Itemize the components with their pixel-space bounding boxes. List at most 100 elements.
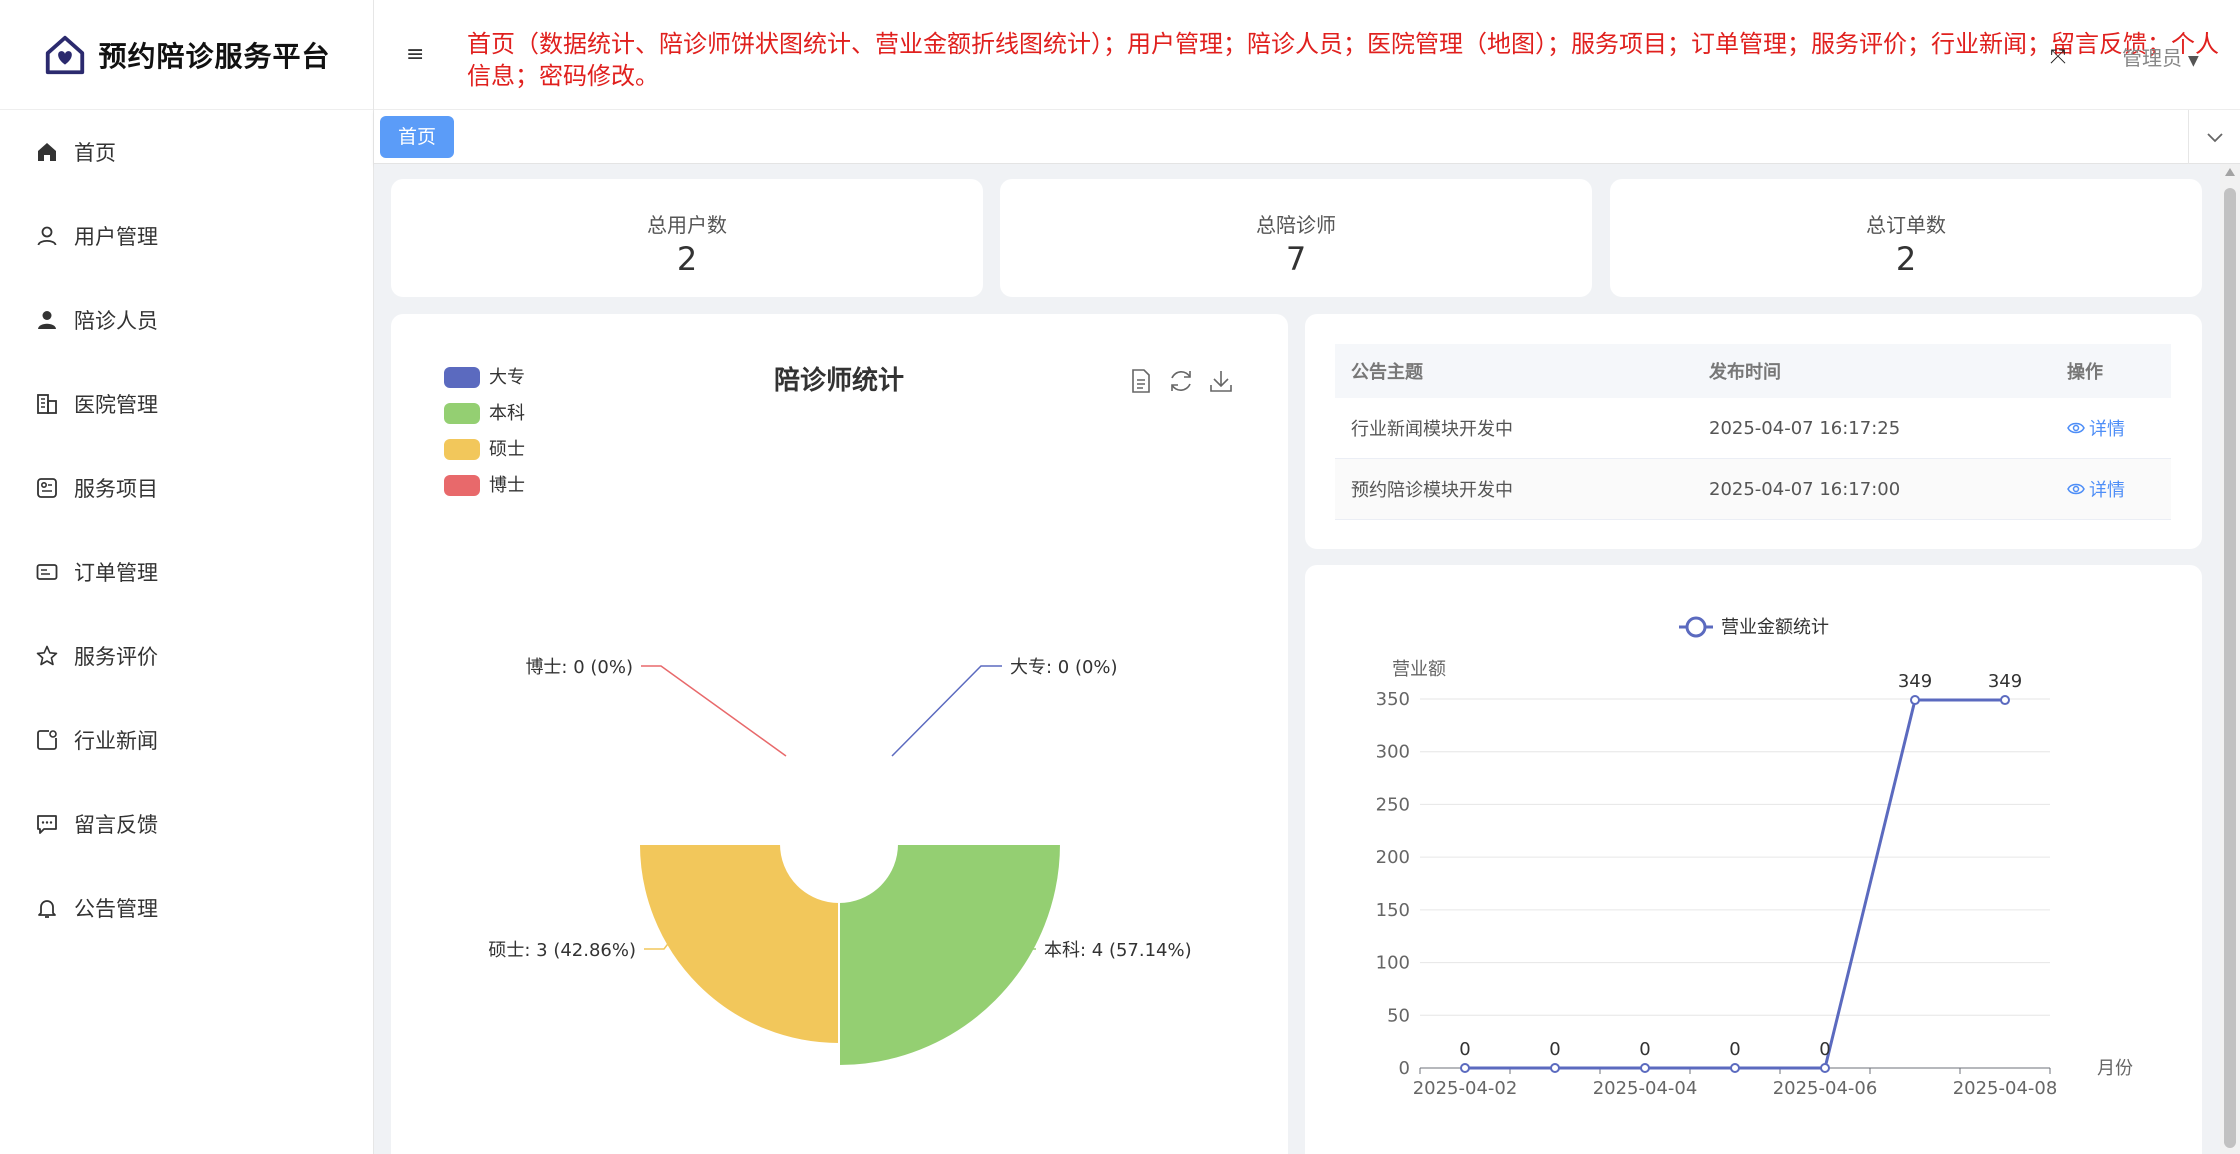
data-label: 349 bbox=[1898, 671, 1932, 692]
refresh-icon[interactable] bbox=[1171, 371, 1191, 391]
pie-title: 陪诊师统计 bbox=[774, 365, 904, 396]
stat-label: 总用户数 bbox=[647, 213, 727, 237]
series-line bbox=[1465, 698, 2005, 1070]
brand[interactable]: 预约陪诊服务平台 bbox=[0, 0, 373, 110]
line-series: 0 0 0 0 0 349 349 bbox=[1459, 671, 2022, 1073]
legend-swatch bbox=[444, 367, 480, 388]
pie-slice[interactable] bbox=[637, 843, 840, 1046]
logo-icon bbox=[46, 35, 85, 74]
home-icon bbox=[34, 139, 60, 165]
sidebar-item-hospitals[interactable]: 医院管理 bbox=[0, 362, 373, 446]
x-tick-label: 2025-04-02 bbox=[1413, 1078, 1518, 1099]
detail-link[interactable]: 详情 bbox=[2067, 415, 2125, 441]
sidebar-item-users[interactable]: 用户管理 bbox=[0, 194, 373, 278]
data-point[interactable] bbox=[1730, 1063, 1740, 1073]
sidebar-item-label: 服务项目 bbox=[74, 477, 158, 501]
data-label: 0 bbox=[1549, 1039, 1560, 1060]
sidebar-item-services[interactable]: 服务项目 bbox=[0, 446, 373, 530]
main-content: 总用户数 2 总陪诊师 7 总订单数 2 大专 本科 硕士 博士 陪诊师统计 大… bbox=[374, 164, 2220, 1154]
brand-title: 预约陪诊服务平台 bbox=[98, 39, 331, 73]
data-view-icon[interactable] bbox=[1132, 369, 1150, 393]
data-label: 0 bbox=[1729, 1039, 1740, 1060]
sidebar-item-orders[interactable]: 订单管理 bbox=[0, 530, 373, 614]
star-icon bbox=[34, 643, 60, 669]
x-axis-label: 月份 bbox=[2097, 1058, 2133, 1079]
data-label: 0 bbox=[1819, 1039, 1830, 1060]
data-point[interactable] bbox=[2000, 695, 2010, 706]
scroll-up-icon[interactable] bbox=[2225, 168, 2235, 176]
person-icon bbox=[34, 307, 60, 333]
message-icon bbox=[34, 811, 60, 837]
sidebar-item-feedback[interactable]: 留言反馈 bbox=[0, 782, 373, 866]
sidebar-item-news[interactable]: 行业新闻 bbox=[0, 698, 373, 782]
stat-label: 总订单数 bbox=[1866, 213, 1946, 237]
data-point[interactable] bbox=[1640, 1063, 1650, 1073]
fullscreen-icon[interactable]: ⤧ bbox=[2050, 44, 2072, 68]
header-notice: 首页（数据统计、陪诊师饼状图统计、营业金额折线图统计）；用户管理；陪诊人员；医院… bbox=[467, 30, 2219, 90]
sidebar-item-label: 陪诊人员 bbox=[74, 309, 158, 333]
sidebar-item-reviews[interactable]: 服务评价 bbox=[0, 614, 373, 698]
legend-label: 本科 bbox=[489, 403, 525, 424]
scrollbar[interactable] bbox=[2220, 164, 2240, 1154]
tab-home[interactable]: 首页 bbox=[380, 116, 455, 158]
toolbox bbox=[1132, 369, 1232, 393]
stat-card-orders: 总订单数 2 bbox=[1610, 179, 2202, 297]
stat-label: 总陪诊师 bbox=[1256, 213, 1336, 237]
sidebar-item-home[interactable]: 首页 bbox=[0, 110, 373, 194]
line-chart: 营业金额统计 营业额 月份 0 50 100 150 200 250 300 350 2025… bbox=[1376, 616, 2133, 1099]
legend-label: 硕士 bbox=[489, 439, 525, 460]
column-header: 操作 bbox=[2067, 362, 2103, 383]
sidebar-item-label: 公告管理 bbox=[74, 897, 158, 921]
y-tick-label: 300 bbox=[1376, 742, 1410, 763]
pie-slices bbox=[637, 843, 1062, 1067]
data-point[interactable] bbox=[1460, 1063, 1470, 1073]
notice-time: 2025-04-07 16:17:25 bbox=[1709, 417, 1901, 439]
pie-label: 博士: 0 (0%) bbox=[525, 657, 633, 678]
y-tick-label: 150 bbox=[1376, 900, 1410, 921]
download-icon[interactable] bbox=[1210, 371, 1232, 392]
sidebar-item-label: 服务评价 bbox=[74, 645, 158, 669]
pie-label-line bbox=[641, 665, 787, 757]
detail-link[interactable]: 详情 bbox=[2067, 476, 2125, 502]
sidebar-item-label: 首页 bbox=[74, 141, 116, 165]
data-point[interactable] bbox=[1820, 1063, 1830, 1073]
pie-slice[interactable] bbox=[838, 843, 1062, 1067]
caret-down-icon: ▼ bbox=[2188, 53, 2199, 69]
legend-swatch bbox=[444, 403, 480, 424]
pie-legend[interactable]: 大专 本科 硕士 博士 bbox=[444, 367, 525, 496]
line-chart-card: 营业金额统计 营业额 月份 0 50 100 150 200 250 300 350 2025… bbox=[1305, 565, 2202, 1154]
detail-label: 详情 bbox=[2089, 480, 2125, 501]
data-label: 349 bbox=[1988, 671, 2022, 692]
data-point[interactable] bbox=[1550, 1063, 1560, 1073]
chevron-down-icon bbox=[2206, 133, 2223, 143]
data-point[interactable] bbox=[1910, 695, 1920, 706]
bell-icon bbox=[34, 895, 60, 921]
hamburger-icon[interactable]: ≡ bbox=[406, 42, 430, 67]
tabs-dropdown[interactable] bbox=[2188, 110, 2240, 164]
sidebar-item-label: 订单管理 bbox=[74, 561, 158, 585]
pie-label: 大专: 0 (0%) bbox=[1010, 657, 1118, 678]
user-name: 管理员 bbox=[2122, 46, 2182, 70]
y-ticks: 0 50 100 150 200 250 300 350 bbox=[1376, 689, 1410, 1079]
notice-title: 预约陪诊模块开发中 bbox=[1351, 480, 1513, 501]
scrollbar-thumb[interactable] bbox=[2224, 188, 2236, 1148]
notice-time: 2025-04-07 16:17:00 bbox=[1709, 478, 1901, 500]
sidebar-item-announcements[interactable]: 公告管理 bbox=[0, 866, 373, 950]
y-tick-label: 350 bbox=[1376, 689, 1410, 710]
stat-card-escorts: 总陪诊师 7 bbox=[1000, 179, 1592, 297]
y-tick-label: 200 bbox=[1376, 847, 1410, 868]
grid bbox=[1420, 698, 2050, 1069]
x-tick-label: 2025-04-06 bbox=[1773, 1078, 1878, 1099]
line-legend[interactable]: 营业金额统计 bbox=[1679, 616, 1829, 638]
sidebar-item-escorts[interactable]: 陪诊人员 bbox=[0, 278, 373, 362]
y-axis-label: 营业额 bbox=[1392, 659, 1446, 680]
legend-swatch bbox=[444, 439, 480, 460]
legend-label: 大专 bbox=[489, 367, 525, 388]
column-header: 公告主题 bbox=[1351, 362, 1423, 383]
y-tick-label: 50 bbox=[1387, 1005, 1410, 1026]
table-row: 行业新闻模块开发中 2025-04-07 16:17:25 详情 bbox=[1335, 398, 2171, 459]
user-dropdown[interactable]: 管理员 ▼ bbox=[2122, 42, 2199, 71]
sidebar-item-label: 医院管理 bbox=[74, 393, 158, 417]
user-icon bbox=[34, 223, 60, 249]
pie-label: 硕士: 3 (42.86%) bbox=[488, 940, 636, 961]
